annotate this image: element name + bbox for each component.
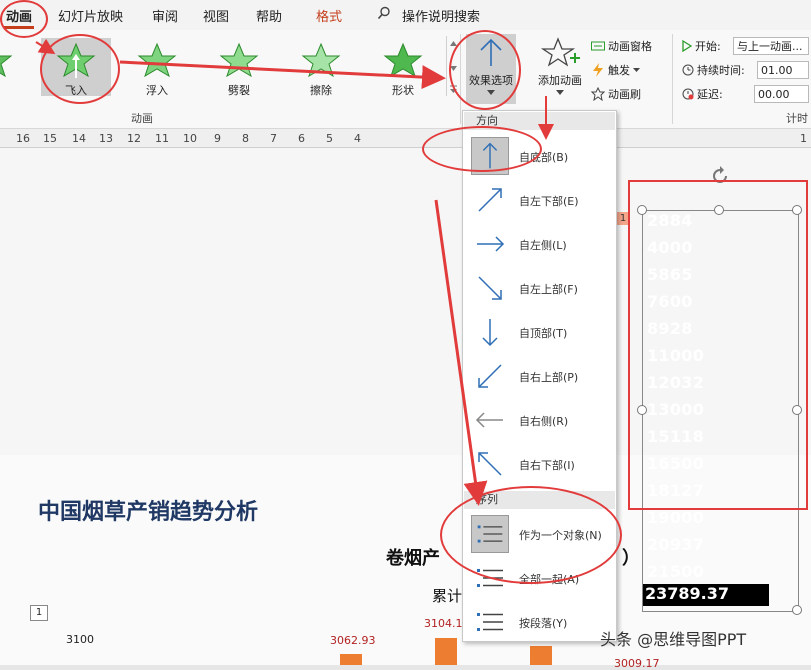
watermark-text: 头条 @思维导图PPT <box>600 630 747 649</box>
annotation-arrows <box>35 38 554 506</box>
